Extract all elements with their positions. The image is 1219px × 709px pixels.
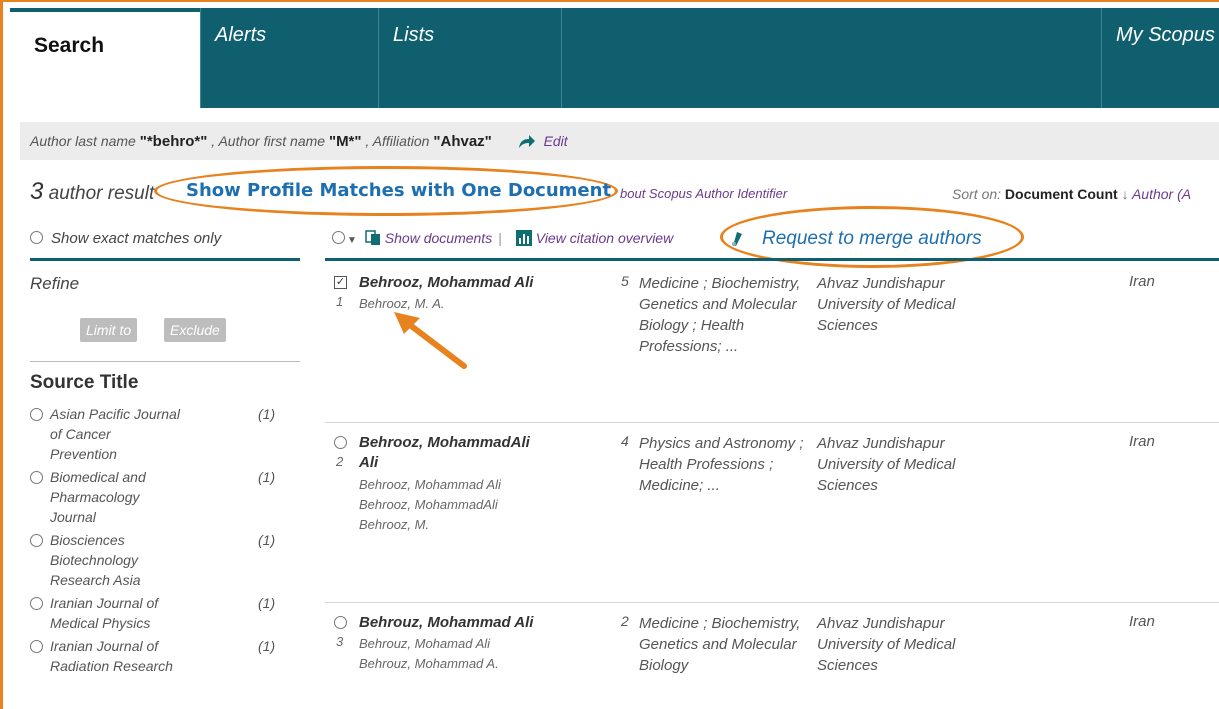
subject-areas: Medicine ; Biochemistry, Genetics and Mo… xyxy=(639,275,801,355)
subject-areas: Medicine ; Biochemistry, Genetics and Mo… xyxy=(639,615,801,674)
document-count[interactable]: 5 xyxy=(621,273,629,289)
exact-matches-option[interactable]: Show exact matches only xyxy=(30,230,221,247)
author-checkbox[interactable] xyxy=(334,436,347,449)
nav-spacer xyxy=(561,8,1101,108)
query-first-name: "M*" xyxy=(328,133,362,150)
source-checkbox[interactable] xyxy=(30,597,43,610)
source-checkbox[interactable] xyxy=(30,471,43,484)
author-number: 2 xyxy=(336,454,344,469)
affiliation: Ahvaz Jundishapur University of Medical … xyxy=(817,275,956,334)
source-name: Asian Pacific Journal of Cancer Preventi… xyxy=(50,406,180,462)
source-count: (1) xyxy=(258,595,276,611)
source-checkbox[interactable] xyxy=(30,640,43,653)
source-count: (1) xyxy=(258,469,276,485)
author-variant: Behrouz, Mohammad A. xyxy=(359,656,499,671)
author-name-link[interactable]: Behrooz, Mohammad Ali xyxy=(359,273,549,293)
exact-matches-label: Show exact matches only xyxy=(51,230,222,247)
query-affiliation: "Ahvaz" xyxy=(433,133,492,150)
source-item[interactable]: Biosciences Biotechnology Research Asia (… xyxy=(30,530,285,590)
documents-icon xyxy=(365,230,380,245)
source-title-list: Asian Pacific Journal of Cancer Preventi… xyxy=(30,404,285,679)
sort-controls: Sort on: Document Count ↓ Author (A xyxy=(952,186,1191,202)
sidebar-separator xyxy=(30,361,300,362)
affiliation: Ahvaz Jundishapur University of Medical … xyxy=(817,435,956,494)
author-name-link[interactable]: Behrouz, Mohammad Ali xyxy=(359,613,549,633)
source-name: Iranian Journal of Medical Physics xyxy=(50,595,159,631)
sort-label: Sort on: xyxy=(952,186,1005,202)
about-author-identifier-link[interactable]: bout Scopus Author Identifier xyxy=(620,186,787,201)
result-toolbar: ▼ Show documents | View citation overview xyxy=(332,230,673,246)
top-nav: Search Alerts Lists My Scopus xyxy=(10,8,1219,108)
results-count: 3 xyxy=(30,178,44,205)
show-profile-matches-link[interactable]: Show Profile Matches with One Document xyxy=(186,180,611,201)
source-item[interactable]: Biomedical and Pharmacology Journal (1) xyxy=(30,467,285,527)
author-row: 3 Behrouz, Mohammad Ali Behrouz, Mohamad… xyxy=(325,613,1219,693)
subject-areas: Physics and Astronomy ; Health Professio… xyxy=(639,435,804,494)
tab-alerts[interactable]: Alerts xyxy=(200,8,378,108)
country: Iran xyxy=(1129,613,1155,630)
author-variant: Behrooz, M. xyxy=(359,517,430,532)
view-citation-overview-link[interactable]: View citation overview xyxy=(536,230,673,246)
row-divider xyxy=(325,602,1219,603)
country: Iran xyxy=(1129,433,1155,450)
query-label-last: Author last name xyxy=(30,133,140,149)
source-item[interactable]: Asian Pacific Journal of Cancer Preventi… xyxy=(30,404,285,464)
sort-document-count[interactable]: Document Count xyxy=(1005,186,1118,202)
affiliation: Ahvaz Jundishapur University of Medical … xyxy=(817,615,956,674)
results-text: author result xyxy=(43,183,155,204)
source-count: (1) xyxy=(258,406,276,422)
limit-to-button[interactable]: Limit to xyxy=(80,318,138,342)
author-row: 2 Behrooz, MohammadAli Ali Behrooz, Moha… xyxy=(325,433,1219,583)
source-name: Iranian Journal of Radiation Research xyxy=(50,638,173,674)
exclude-button[interactable]: Exclude xyxy=(164,318,226,342)
row-divider xyxy=(325,422,1219,423)
exact-matches-radio[interactable] xyxy=(30,231,43,244)
author-checkbox-checked[interactable]: ✓ xyxy=(334,276,347,289)
country: Iran xyxy=(1129,273,1155,290)
sort-author[interactable]: Author (A xyxy=(1132,186,1191,202)
source-count: (1) xyxy=(258,532,276,548)
source-item[interactable]: Iranian Journal of Medical Physics (1) xyxy=(30,593,285,633)
source-checkbox[interactable] xyxy=(30,408,43,421)
author-variant: Behrouz, Mohamad Ali xyxy=(359,636,491,651)
refine-heading: Refine xyxy=(30,274,80,293)
author-variant: Behrooz, Mohammad Ali xyxy=(359,477,501,492)
author-number: 3 xyxy=(336,634,344,649)
merge-icon xyxy=(732,232,742,246)
query-label-first: , Author first name xyxy=(207,133,329,149)
author-name-link[interactable]: Behrooz, MohammadAli Ali xyxy=(359,433,549,473)
query-last-name: "*behro*" xyxy=(139,133,208,150)
edit-link[interactable]: Edit xyxy=(544,133,568,149)
document-count[interactable]: 2 xyxy=(621,613,629,629)
author-checkbox[interactable] xyxy=(334,616,347,629)
source-title-heading: Source Title xyxy=(30,372,139,393)
source-count: (1) xyxy=(258,638,276,654)
query-label-affiliation: , Affiliation xyxy=(361,133,434,149)
source-name: Biosciences Biotechnology Research Asia xyxy=(50,532,141,588)
results-header-divider xyxy=(325,258,1219,261)
source-name: Biomedical and Pharmacology Journal xyxy=(50,469,146,525)
author-number: 1 xyxy=(336,294,344,309)
edit-arrow-icon[interactable] xyxy=(518,133,536,149)
annotation-arrow-icon xyxy=(394,312,467,369)
author-variant: Behrooz, MohammadAli xyxy=(359,497,498,512)
select-all-checkbox[interactable] xyxy=(332,231,345,244)
request-merge-authors-link[interactable]: Request to merge authors xyxy=(762,228,982,250)
citation-chart-icon xyxy=(515,230,532,246)
tab-lists[interactable]: Lists xyxy=(378,8,561,108)
sort-arrow-icon: ↓ xyxy=(1121,186,1129,202)
document-count[interactable]: 4 xyxy=(621,433,629,449)
sidebar-divider xyxy=(30,258,300,261)
source-checkbox[interactable] xyxy=(30,534,43,547)
select-dropdown-icon[interactable]: ▼ xyxy=(347,235,357,246)
source-item[interactable]: Iranian Journal of Radiation Research (1) xyxy=(30,636,285,676)
tab-search[interactable]: Search xyxy=(10,8,200,108)
query-summary: Author last name "*behro*" , Author firs… xyxy=(20,122,1219,160)
toolbar-divider: | xyxy=(498,230,502,246)
tab-my-scopus[interactable]: My Scopus xyxy=(1101,8,1219,108)
show-documents-link[interactable]: Show documents xyxy=(385,230,492,246)
